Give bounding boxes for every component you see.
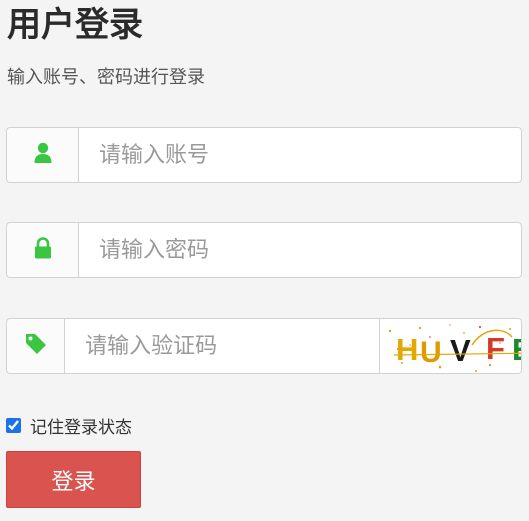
account-icon-cell (6, 127, 78, 183)
captcha-char: E (512, 332, 522, 367)
remember-label: 记住登录状态 (30, 418, 132, 438)
captcha-char: U (420, 336, 442, 369)
password-input[interactable] (78, 222, 522, 278)
user-icon (34, 142, 52, 168)
remember-checkbox[interactable] (6, 418, 21, 433)
captcha-char: H (396, 332, 418, 367)
captcha-image[interactable]: H U V F E (380, 318, 522, 374)
captcha-char: F (486, 331, 505, 366)
captcha-field-group: H U V F E (6, 318, 522, 374)
page-title: 用户登录 (7, 5, 143, 45)
captcha-input[interactable] (64, 318, 381, 374)
login-page: 用户登录 输入账号、密码进行登录 请输入账号 请输入验证码 H U V F 记住… (0, 0, 529, 521)
lock-icon (34, 237, 52, 263)
tag-icon (25, 333, 47, 359)
password-icon-cell (6, 222, 78, 278)
page-subtitle: 输入账号、密码进行登录 (7, 67, 205, 88)
password-field-group (6, 222, 522, 278)
captcha-char: V (450, 333, 471, 368)
remember-login-option[interactable]: 记住登录状态 (6, 413, 132, 438)
captcha-icon-cell (6, 318, 65, 374)
account-field-group (6, 127, 522, 183)
account-input[interactable] (78, 127, 522, 183)
login-button[interactable]: 登录 (6, 451, 141, 508)
